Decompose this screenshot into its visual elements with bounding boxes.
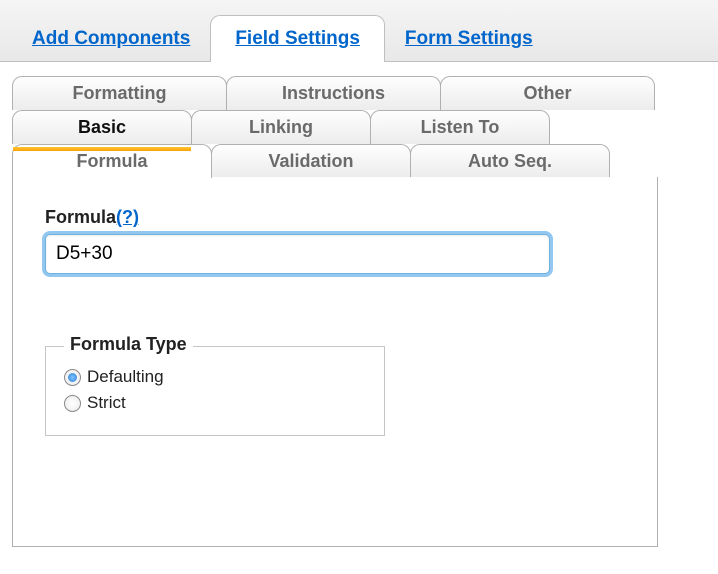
topnav-field-settings[interactable]: Field Settings	[210, 15, 385, 62]
tab-listen-to[interactable]: Listen To	[370, 110, 550, 144]
radio-defaulting[interactable]: Defaulting	[64, 367, 366, 387]
radio-defaulting-control	[64, 369, 81, 386]
formula-tab-content: Formula(?) Formula Type Defaulting Stric…	[12, 177, 658, 547]
formula-input[interactable]	[45, 234, 550, 274]
formula-help-link[interactable]: (?)	[116, 207, 139, 227]
tab-formatting[interactable]: Formatting	[12, 76, 227, 110]
radio-strict-control	[64, 395, 81, 412]
tab-row-2: Basic Linking Listen To	[12, 110, 708, 144]
formula-label: Formula(?)	[45, 207, 625, 228]
tab-row-1: Formatting Instructions Other	[12, 76, 708, 110]
tab-auto-seq[interactable]: Auto Seq.	[410, 144, 610, 178]
formula-type-legend: Formula Type	[64, 334, 193, 355]
radio-strict-label: Strict	[87, 393, 126, 413]
tab-basic[interactable]: Basic	[12, 110, 192, 144]
active-indicator-basic	[13, 147, 191, 151]
radio-strict[interactable]: Strict	[64, 393, 366, 413]
topnav-add-components[interactable]: Add Components	[12, 16, 210, 62]
radio-checked-icon	[68, 373, 77, 382]
radio-defaulting-label: Defaulting	[87, 367, 164, 387]
topnav-form-settings[interactable]: Form Settings	[385, 16, 553, 62]
tab-instructions[interactable]: Instructions	[226, 76, 441, 110]
formula-label-text: Formula	[45, 207, 116, 227]
settings-panel: Formatting Instructions Other Basic Link…	[0, 62, 718, 557]
tab-validation[interactable]: Validation	[211, 144, 411, 178]
top-nav: Add Components Field Settings Form Setti…	[0, 0, 718, 62]
tab-linking[interactable]: Linking	[191, 110, 371, 144]
formula-type-fieldset: Formula Type Defaulting Strict	[45, 346, 385, 436]
tab-other[interactable]: Other	[440, 76, 655, 110]
tabs-container: Formatting Instructions Other Basic Link…	[12, 76, 708, 547]
